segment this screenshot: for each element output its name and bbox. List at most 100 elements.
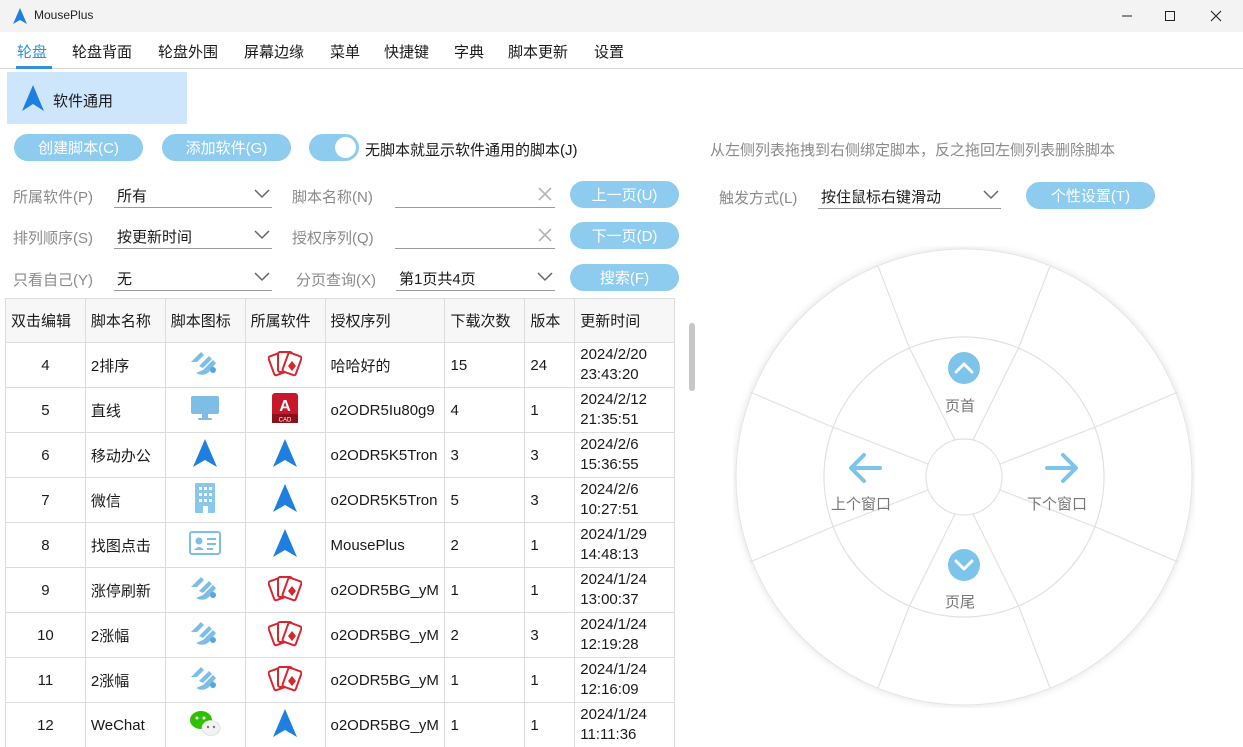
updated-time-cell: 2024/2/6 10:27:51 xyxy=(574,477,675,523)
software-icon-cell xyxy=(244,522,326,568)
row-id-cell[interactable]: 11 xyxy=(5,657,86,703)
table-row[interactable]: 8 找图点击 MousePlus 2 1 2024/1/29 14:48:13 xyxy=(5,522,675,568)
software-icon-cell: A CAD xyxy=(244,387,326,433)
column-header[interactable]: 脚本名称 xyxy=(84,298,166,343)
trigger-mode-select[interactable]: 按住鼠标右键滑动 xyxy=(818,183,1001,209)
column-header[interactable]: 所属软件 xyxy=(244,298,326,343)
tab-hotkeys[interactable]: 快捷键 xyxy=(384,41,429,62)
arrow-up-icon xyxy=(273,484,298,516)
building-icon xyxy=(192,483,218,518)
tab-screen-edge[interactable]: 屏幕边缘 xyxy=(244,41,304,62)
row-id-cell[interactable]: 10 xyxy=(5,612,86,658)
table-row[interactable]: 6 移动办公 o2ODR5K5Tron 3 3 2024/2/6 15:36:55 xyxy=(5,432,675,478)
clear-icon[interactable] xyxy=(537,227,553,243)
software-filter-label: 所属软件(P) xyxy=(13,189,93,206)
table-scrollbar[interactable] xyxy=(689,323,695,391)
tab-settings[interactable]: 设置 xyxy=(594,41,624,62)
wheel-label-top[interactable]: 页首 xyxy=(945,395,975,416)
maximize-button[interactable] xyxy=(1147,0,1193,32)
updated-clock: 23:43:20 xyxy=(580,366,639,383)
script-icon-cell xyxy=(164,342,246,388)
chevron-down-icon xyxy=(254,230,270,240)
close-button[interactable] xyxy=(1193,0,1239,32)
sort-order-select[interactable]: 按更新时间 xyxy=(114,223,272,249)
table-row[interactable]: 4 2排序 哈哈好的 15 24 2024/2/20 23:43:20 xyxy=(5,342,675,388)
column-header[interactable]: 双击编辑 xyxy=(5,298,86,343)
auth-sequence-cell: o2ODR5K5Tron xyxy=(324,477,446,523)
tab-dictionary[interactable]: 字典 xyxy=(454,41,484,62)
only-mine-select[interactable]: 无 xyxy=(114,265,272,291)
script-name-cell: 微信 xyxy=(84,477,166,523)
script-name-cell: 2涨幅 xyxy=(84,657,166,703)
wheel-label-left[interactable]: 上个窗口 xyxy=(831,493,891,514)
page-query-select[interactable]: 第1页共4页 xyxy=(396,265,555,291)
only-mine-value: 无 xyxy=(117,271,133,288)
next-page-button[interactable]: 下一页(D) xyxy=(570,222,679,249)
page-query-value: 第1页共4页 xyxy=(399,271,476,288)
maximize-icon xyxy=(1165,11,1175,21)
tab-wheel[interactable]: 轮盘 xyxy=(17,41,47,62)
fallback-script-toggle[interactable] xyxy=(309,134,359,161)
updated-date: 2024/2/12 xyxy=(580,391,647,408)
tab-wheel-outer[interactable]: 轮盘外围 xyxy=(158,41,218,62)
search-button[interactable]: 搜索(F) xyxy=(570,264,679,291)
wheel-label-right[interactable]: 下个窗口 xyxy=(1027,493,1087,514)
updated-time-cell: 2024/1/24 11:11:36 xyxy=(574,702,675,747)
script-name-label: 脚本名称(N) xyxy=(292,189,373,206)
add-software-button[interactable]: 添加软件(G) xyxy=(162,134,291,161)
svg-text:CAD: CAD xyxy=(279,418,292,424)
tab-menu[interactable]: 菜单 xyxy=(330,41,360,62)
column-header[interactable]: 授权序列 xyxy=(324,298,446,343)
row-id-cell[interactable]: 7 xyxy=(5,477,86,523)
updated-time-cell: 2024/2/6 15:36:55 xyxy=(574,432,675,478)
row-id-cell[interactable]: 6 xyxy=(5,432,86,478)
hand-icon xyxy=(187,622,223,652)
row-id-cell[interactable]: 5 xyxy=(5,387,86,433)
wheel-label-bottom[interactable]: 页尾 xyxy=(945,591,975,612)
table-row[interactable]: 10 2涨幅 o2ODR5BG_yM 2 3 2024/1/24 12:19:28 xyxy=(5,612,675,658)
column-header[interactable]: 下载次数 xyxy=(444,298,526,343)
script-name-input[interactable] xyxy=(395,182,555,208)
tab-wheel-back[interactable]: 轮盘背面 xyxy=(72,41,132,62)
clear-icon[interactable] xyxy=(537,186,553,202)
version-cell: 1 xyxy=(524,702,576,747)
version-cell: 3 xyxy=(524,432,576,478)
software-filter-select[interactable]: 所有 xyxy=(114,182,272,208)
table-row[interactable]: 5 直线 A CAD o2ODR5Iu80g9 4 1 2024/2/12 21:35:51 xyxy=(5,387,675,433)
hand-icon xyxy=(187,577,223,607)
auth-sequence-cell: MousePlus xyxy=(324,522,446,568)
row-id-cell[interactable]: 8 xyxy=(5,522,86,568)
row-id-cell[interactable]: 12 xyxy=(5,702,86,747)
auth-sequence-cell: o2ODR5BG_yM xyxy=(324,567,446,613)
auth-sequence-input[interactable] xyxy=(395,223,555,249)
minimize-button[interactable] xyxy=(1104,0,1150,32)
custom-settings-button[interactable]: 个性设置(T) xyxy=(1026,182,1155,209)
software-tile-general[interactable]: 软件通用 xyxy=(7,72,187,124)
auth-sequence-cell: 哈哈好的 xyxy=(324,342,446,388)
create-script-button[interactable]: 创建脚本(C) xyxy=(14,134,143,161)
row-id-cell[interactable]: 9 xyxy=(5,567,86,613)
column-header[interactable]: 更新时间 xyxy=(574,298,675,343)
table-row[interactable]: 7 微信 o2ODR5K5Tron 5 3 2024/2/6 10:27:51 xyxy=(5,477,675,523)
prev-page-button[interactable]: 上一页(U) xyxy=(570,181,679,208)
updated-date: 2024/2/6 xyxy=(580,436,639,453)
row-id-cell[interactable]: 4 xyxy=(5,342,86,388)
close-icon xyxy=(1210,10,1222,22)
table-row[interactable]: 9 涨停刷新 o2ODR5BG_yM 1 1 2024/1/24 13:00:37 xyxy=(5,567,675,613)
toggle-knob xyxy=(335,137,356,158)
arrow-up-icon xyxy=(273,529,298,561)
column-header[interactable]: 版本 xyxy=(524,298,576,343)
script-icon-cell xyxy=(164,567,246,613)
cards-icon xyxy=(267,351,303,382)
software-tile-label: 软件通用 xyxy=(53,93,114,110)
menu-bar: 轮盘 轮盘背面 轮盘外围 屏幕边缘 菜单 快捷键 字典 脚本更新 设置 xyxy=(0,32,1243,69)
updated-clock: 15:36:55 xyxy=(580,456,639,473)
wheel-center[interactable] xyxy=(925,438,1003,516)
updated-clock: 11:11:36 xyxy=(580,726,637,743)
tab-script-update[interactable]: 脚本更新 xyxy=(508,41,568,62)
table-row[interactable]: 11 2涨幅 o2ODR5BG_yM 1 1 2024/1/24 12:16:09 xyxy=(5,657,675,703)
updated-time-cell: 2024/2/20 23:43:20 xyxy=(574,342,675,388)
version-cell: 3 xyxy=(524,477,576,523)
table-row[interactable]: 12 WeChat o2ODR5BG_yM 1 1 2024/1/24 11:11:36 xyxy=(5,702,675,747)
column-header[interactable]: 脚本图标 xyxy=(164,298,246,343)
